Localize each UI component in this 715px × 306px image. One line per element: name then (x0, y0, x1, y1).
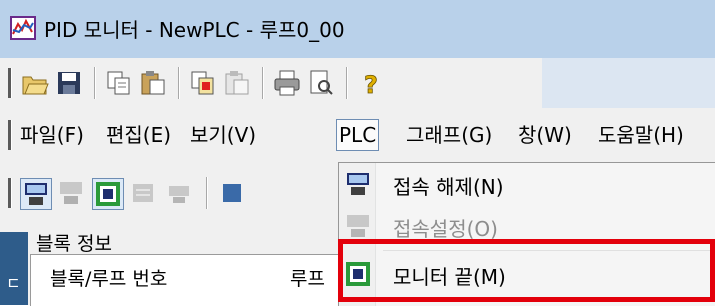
toolbar-separator (178, 67, 180, 99)
menubar-grip[interactable] (8, 120, 12, 150)
menu-item-disconnect[interactable]: 접속 해제(N) (339, 165, 715, 207)
toolbar-separator (346, 67, 348, 99)
disconnect-icon (345, 171, 371, 197)
app-icon (10, 16, 36, 40)
toolbar-separator (94, 67, 96, 99)
menu-help[interactable]: 도움말(H) (598, 120, 684, 150)
print-preview-icon[interactable] (306, 68, 336, 98)
menu-graph[interactable]: 그래프(G) (406, 120, 492, 150)
paste-icon[interactable] (138, 68, 168, 98)
menu-file[interactable]: 파일(F) (20, 120, 84, 150)
save-icon[interactable] (54, 68, 84, 98)
print-icon[interactable] (272, 68, 302, 98)
menu-item-label: 접속설정(O) (393, 217, 498, 241)
column-header-loop[interactable]: 루프 (290, 264, 325, 291)
window-title: PID 모니터 - NewPLC - 루프0_00 (44, 18, 345, 42)
side-panel-strip[interactable]: ㄷ (0, 232, 28, 305)
connection-settings-icon (345, 213, 371, 239)
column-header-block-loop-number[interactable]: 블록/루프 번호 (50, 264, 167, 291)
copy-red-icon[interactable] (188, 68, 218, 98)
disconnect-icon[interactable] (20, 178, 52, 210)
connection-settings-icon[interactable] (56, 178, 86, 208)
toolbar-disabled-icon[interactable] (128, 178, 158, 208)
paste-disabled-icon[interactable] (222, 68, 252, 98)
menu-bar: 파일(F) 편집(E) 보기(V) PLC 그래프(G) 창(W) 도움말(H) (0, 108, 715, 162)
panel-title: 블록 정보 (36, 233, 112, 255)
monitor-icon[interactable] (92, 178, 124, 210)
toolbar-grip[interactable] (8, 68, 12, 98)
toolbar-separator (206, 177, 208, 209)
title-bar: PID 모니터 - NewPLC - 루프0_00 (0, 0, 715, 58)
help-icon[interactable]: ? (356, 68, 386, 100)
open-icon[interactable] (20, 68, 50, 98)
svg-text:?: ? (364, 71, 378, 98)
standard-toolbar: ? (0, 58, 715, 109)
toolbar-separator (262, 67, 264, 99)
menu-window[interactable]: 창(W) (518, 120, 572, 150)
toolbar-grip[interactable] (8, 178, 12, 208)
toolbar-disabled-icon[interactable] (164, 178, 194, 208)
menu-view[interactable]: 보기(V) (190, 120, 256, 150)
highlight-annotation (338, 239, 715, 302)
toolbar-dock-area (542, 58, 715, 108)
copy-icon[interactable] (104, 68, 134, 98)
menu-item-label: 접속 해제(N) (393, 175, 504, 199)
menu-plc[interactable]: PLC (336, 119, 380, 151)
toolbar-partial-icon[interactable] (216, 178, 241, 208)
menu-edit[interactable]: 편집(E) (106, 120, 171, 150)
